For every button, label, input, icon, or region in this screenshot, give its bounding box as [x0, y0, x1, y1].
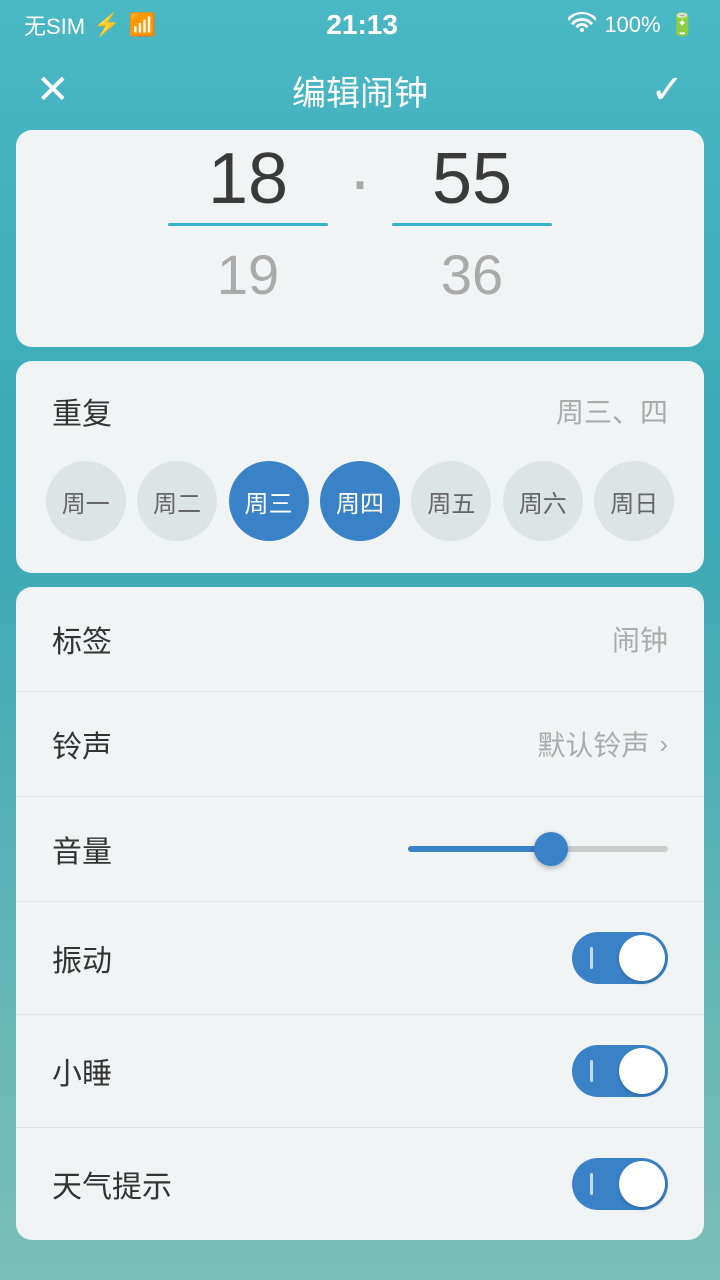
time-separator: · [348, 140, 372, 221]
time-picker: 18 19 · 55 36 [16, 130, 704, 347]
day-thursday[interactable]: 周四 [320, 461, 400, 541]
repeat-value: 周三、四 [556, 391, 668, 431]
volume-label: 音量 [52, 827, 112, 871]
weather-label: 天气提示 [52, 1162, 172, 1206]
hour-underline [168, 223, 328, 226]
ringtone-row[interactable]: 铃声 默认铃声 › [16, 692, 704, 797]
day-wednesday[interactable]: 周三 [229, 461, 309, 541]
battery-label: 100% [604, 12, 660, 38]
status-right: 100% 🔋 [568, 12, 696, 38]
confirm-button[interactable]: ✓ [650, 70, 684, 110]
selected-minute: 55 [432, 140, 512, 219]
close-button[interactable]: ✕ [36, 70, 70, 110]
status-time: 21:13 [326, 9, 398, 41]
minute-underline [392, 223, 552, 226]
toggle-line-snooze [590, 1060, 593, 1082]
label-setting-value: 闹钟 [612, 619, 668, 659]
toggle-line-weather [590, 1173, 593, 1195]
repeat-header: 重复 周三、四 [16, 361, 704, 453]
vibration-row: 振动 [16, 902, 704, 1015]
hour-column[interactable]: 18 19 [148, 140, 348, 307]
signal-icon: 📶 [129, 12, 156, 38]
days-row: 周一 周二 周三 周四 周五 周六 周日 [16, 453, 704, 573]
vibration-toggle[interactable] [572, 932, 668, 984]
selected-hour: 18 [208, 140, 288, 219]
ringtone-label: 铃声 [52, 722, 112, 766]
weather-row: 天气提示 [16, 1128, 704, 1240]
page-title: 编辑闹钟 [292, 66, 428, 115]
label-row[interactable]: 标签 闹钟 [16, 587, 704, 692]
label-setting-right: 闹钟 [612, 619, 668, 659]
weather-toggle[interactable] [572, 1158, 668, 1210]
usb-icon: ⚡ [93, 12, 120, 38]
next-minute: 36 [441, 242, 503, 307]
status-bar: 无SIM ⚡ 📶 21:13 100% 🔋 [0, 0, 720, 50]
minute-column[interactable]: 55 36 [372, 140, 572, 307]
no-sim-label: 无SIM [24, 9, 85, 41]
ringtone-right: 默认铃声 › [537, 724, 668, 764]
snooze-row: 小睡 [16, 1015, 704, 1128]
volume-slider[interactable] [408, 846, 668, 852]
vibration-label: 振动 [52, 936, 112, 980]
ringtone-chevron: › [659, 729, 668, 760]
slider-fill [408, 846, 551, 852]
toggle-knob-vibration [619, 935, 665, 981]
repeat-section: 重复 周三、四 周一 周二 周三 周四 周五 周六 周日 [16, 361, 704, 573]
snooze-label: 小睡 [52, 1049, 112, 1093]
toggle-line-vibration [590, 947, 593, 969]
day-saturday[interactable]: 周六 [503, 461, 583, 541]
snooze-toggle[interactable] [572, 1045, 668, 1097]
slider-track[interactable] [408, 846, 668, 852]
battery-icon: 🔋 [669, 12, 696, 38]
day-monday[interactable]: 周一 [46, 461, 126, 541]
day-sunday[interactable]: 周日 [594, 461, 674, 541]
ringtone-value: 默认铃声 [537, 724, 649, 764]
slider-thumb[interactable] [534, 832, 568, 866]
label-setting-label: 标签 [52, 617, 112, 661]
toggle-knob-weather [619, 1161, 665, 1207]
header: ✕ 编辑闹钟 ✓ [0, 50, 720, 130]
repeat-label: 重复 [52, 389, 112, 433]
wifi-icon [568, 12, 596, 38]
toggle-knob-snooze [619, 1048, 665, 1094]
volume-row: 音量 [16, 797, 704, 902]
settings-section: 标签 闹钟 铃声 默认铃声 › 音量 振动 小睡 [16, 587, 704, 1240]
next-hour: 19 [217, 242, 279, 307]
status-left: 无SIM ⚡ 📶 [24, 9, 156, 41]
day-tuesday[interactable]: 周二 [137, 461, 217, 541]
day-friday[interactable]: 周五 [411, 461, 491, 541]
